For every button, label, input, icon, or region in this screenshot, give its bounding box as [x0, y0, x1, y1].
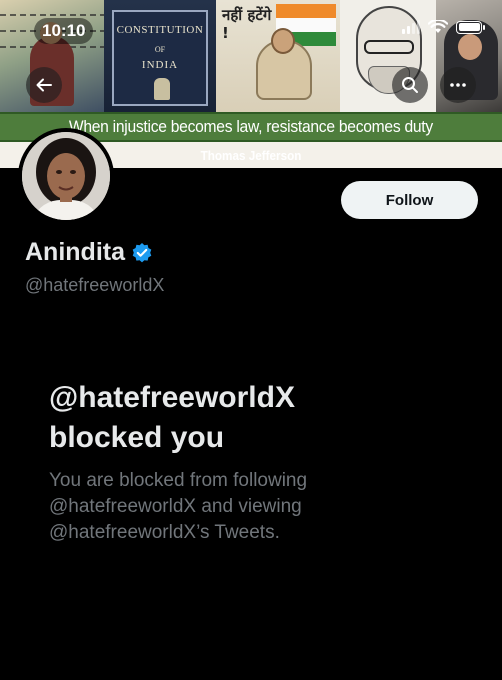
profile-handle: @hatefreeworldX [25, 275, 165, 295]
profile-display-name: Anindita [25, 238, 125, 266]
banner-quote: When injustice becomes law, resistance b… [68, 117, 434, 136]
more-options-button[interactable] [440, 67, 476, 103]
constitution-title: CONSTITUTION [116, 24, 204, 36]
follow-button[interactable]: Follow [341, 181, 478, 219]
search-button[interactable] [392, 67, 428, 103]
verified-badge-icon[interactable] [131, 242, 153, 264]
more-horizontal-icon [450, 83, 466, 87]
blocked-notice-description: You are blocked from following @hatefree… [49, 470, 308, 543]
search-icon [402, 77, 418, 93]
wifi-icon [428, 20, 448, 33]
avatar[interactable] [18, 128, 114, 224]
banner-author: Thomas Jefferson [200, 147, 302, 163]
back-button[interactable] [26, 67, 62, 103]
status-icons [402, 20, 485, 34]
profile-name-row: Anindita [25, 238, 153, 267]
status-time: 10:10 [34, 18, 94, 44]
blocked-title-text: blocked you [49, 421, 225, 454]
blocked-title-handle: @hatefreeworldX [49, 381, 295, 414]
battery-icon [456, 20, 485, 34]
hindi-slogan: नहीं हटेंगे ! [222, 6, 272, 42]
emblem-icon [154, 78, 170, 100]
blocked-notice-title: @hatefreeworldX blocked you [49, 378, 449, 458]
arrow-left-icon [36, 78, 52, 92]
banner-shaheen-bagh-art: नहीं हटेंगे ! [216, 0, 340, 112]
banner-constitution-book: CONSTITUTION OF INDIA [104, 0, 216, 112]
avatar-portrait [22, 132, 110, 220]
cellular-signal-icon [402, 20, 420, 34]
avatar-image [22, 132, 110, 220]
